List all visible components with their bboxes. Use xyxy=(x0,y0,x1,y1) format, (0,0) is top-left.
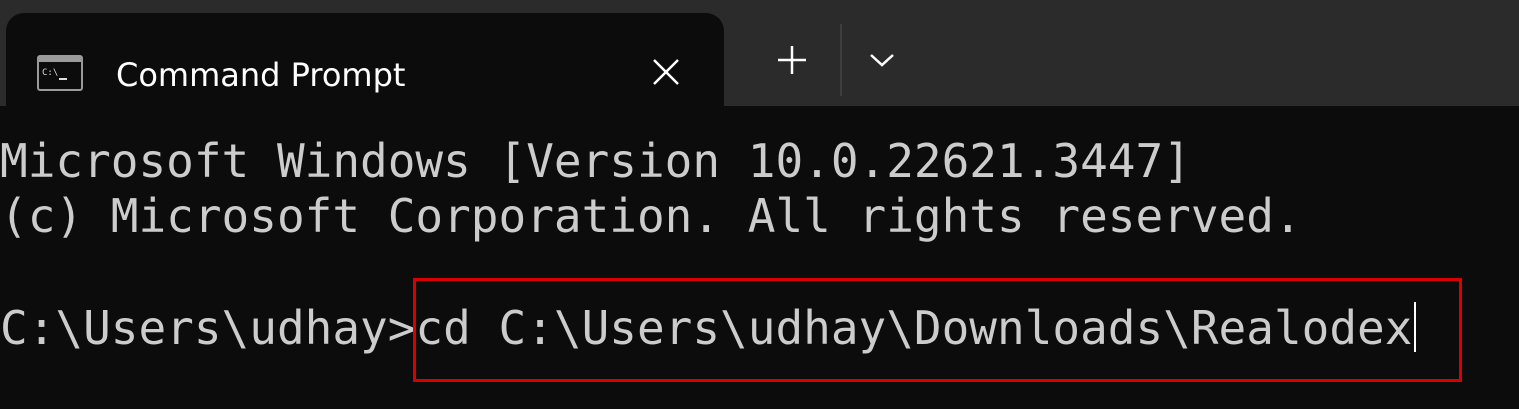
close-tab-button[interactable] xyxy=(644,50,688,94)
terminal-window: C:\ Command Prompt Microsoft Windows [Ve… xyxy=(0,0,1519,409)
cmd-icon: C:\ xyxy=(37,55,83,91)
copyright-line: (c) Microsoft Corporation. All rights re… xyxy=(0,189,1302,243)
tab-command-prompt[interactable]: C:\ Command Prompt xyxy=(6,13,724,106)
cmd-icon-text: C:\ xyxy=(42,68,58,78)
prompt-text: C:\Users\udhay> xyxy=(0,301,416,355)
tab-title: Command Prompt xyxy=(116,56,406,94)
tabbar-divider xyxy=(840,24,842,96)
chevron-down-icon xyxy=(870,54,894,67)
close-icon xyxy=(653,59,679,85)
title-bar: C:\ Command Prompt xyxy=(0,0,1519,106)
new-tab-button[interactable] xyxy=(764,38,820,82)
version-line: Microsoft Windows [Version 10.0.22621.34… xyxy=(0,134,1191,188)
tab-dropdown-button[interactable] xyxy=(860,38,904,82)
highlight-box xyxy=(413,278,1462,382)
plus-icon xyxy=(778,46,806,74)
